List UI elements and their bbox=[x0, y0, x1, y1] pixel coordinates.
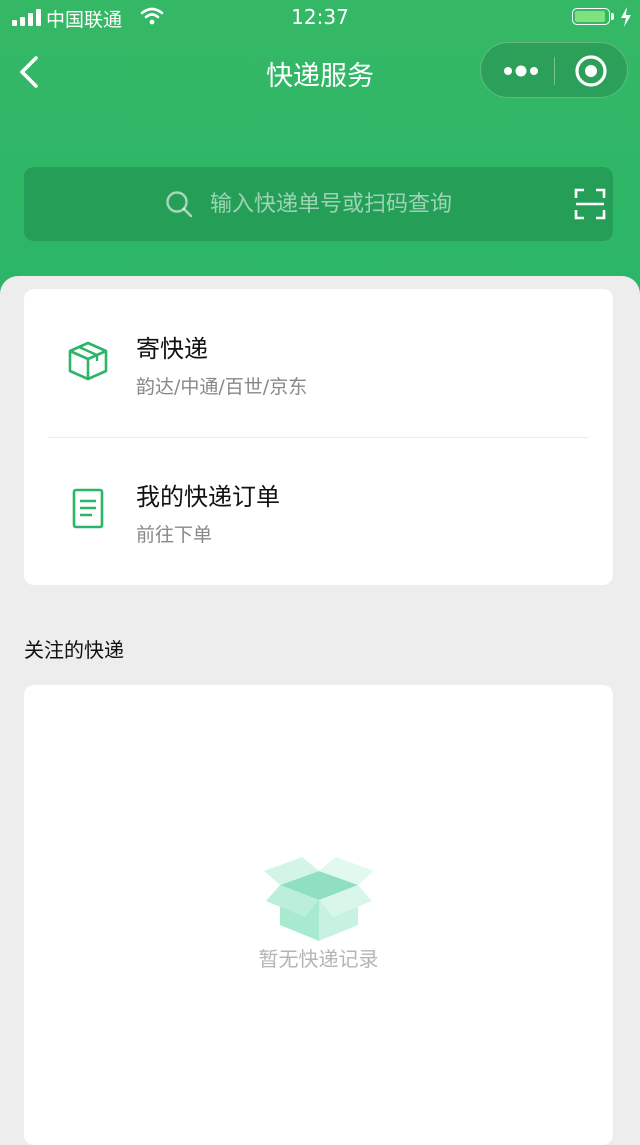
send-express-item[interactable]: 寄快递 韵达/中通/百世/京东 bbox=[24, 289, 613, 437]
empty-box-icon bbox=[264, 857, 374, 941]
search-icon bbox=[166, 191, 193, 218]
more-options-icon[interactable] bbox=[499, 57, 543, 85]
followed-section-title: 关注的快递 bbox=[24, 638, 124, 662]
package-box-icon bbox=[68, 341, 108, 381]
charging-bolt-icon bbox=[621, 7, 631, 27]
battery-icon bbox=[572, 8, 614, 27]
my-orders-item[interactable]: 我的快递订单 前往下单 bbox=[24, 437, 613, 585]
my-orders-title: 我的快递订单 bbox=[136, 483, 280, 511]
send-express-carriers: 韵达/中通/百世/京东 bbox=[136, 376, 308, 398]
empty-state-text: 暂无快递记录 bbox=[258, 947, 379, 971]
tracking-number-input[interactable] bbox=[210, 167, 550, 241]
order-document-icon bbox=[72, 488, 104, 529]
close-miniprogram-icon[interactable] bbox=[573, 53, 609, 89]
status-time: 12:37 bbox=[291, 5, 349, 29]
tracking-search-bar[interactable] bbox=[24, 167, 613, 241]
miniprogram-capsule bbox=[480, 42, 628, 98]
express-menu-card: 寄快递 韵达/中通/百世/京东 我的快递订单 前往下单 bbox=[24, 289, 613, 585]
navigation-bar: 快递服务 bbox=[0, 40, 640, 104]
scan-code-icon[interactable] bbox=[574, 188, 606, 220]
capsule-divider bbox=[554, 57, 555, 85]
send-express-title: 寄快递 bbox=[136, 335, 208, 363]
my-orders-subtitle: 前往下单 bbox=[136, 524, 213, 546]
status-bar: 中国联通 12:37 bbox=[0, 0, 640, 36]
followed-express-list: 暂无快递记录 bbox=[24, 685, 613, 1145]
